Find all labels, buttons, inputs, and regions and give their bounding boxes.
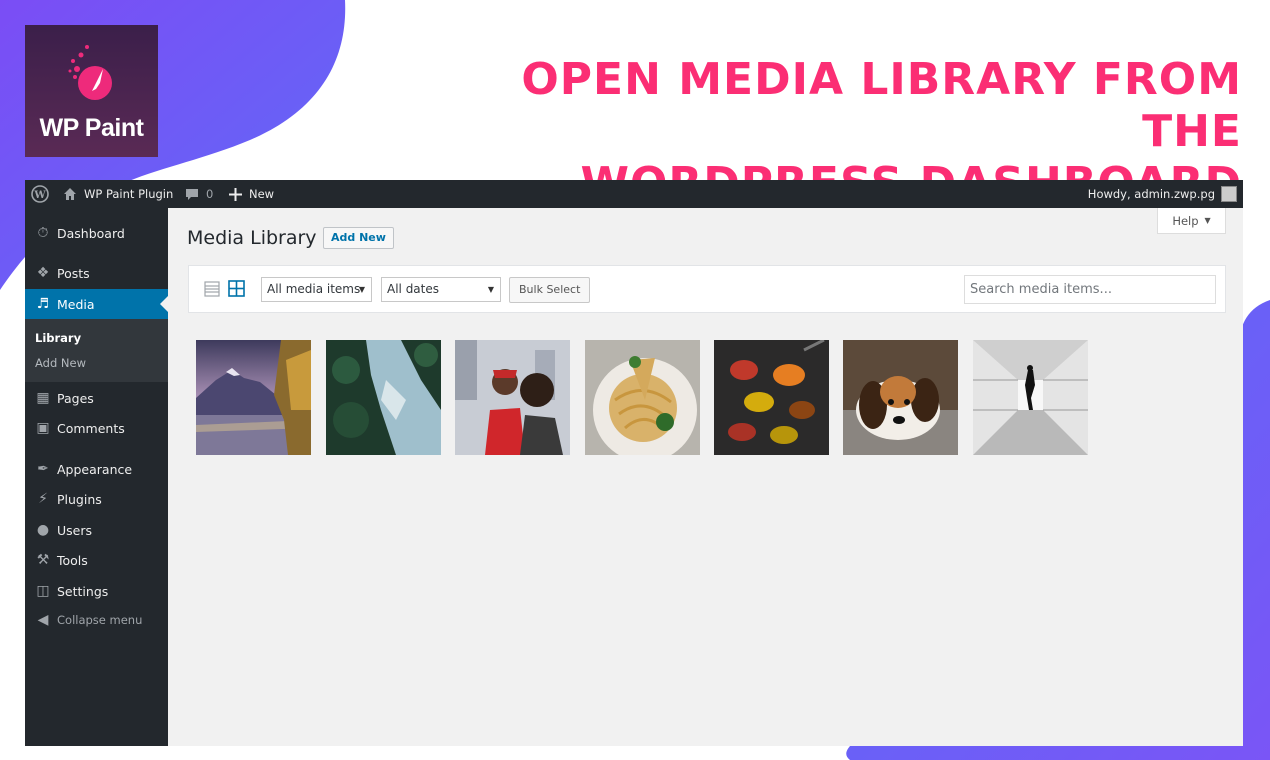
- date-filter-value: All dates: [387, 282, 440, 296]
- media-thumbnail-spices[interactable]: [714, 340, 829, 455]
- list-view-icon[interactable]: [204, 281, 220, 297]
- page-title: Media Library: [187, 227, 317, 249]
- plugin-icon: ⚡: [38, 491, 48, 507]
- sidebar-item-plugins[interactable]: ⚡ Plugins: [25, 484, 168, 514]
- sidebar-item-label: Settings: [57, 583, 109, 599]
- sidebar-item-label: Plugins: [57, 491, 102, 507]
- sidebar-item-tools[interactable]: ⚒ Tools: [25, 545, 168, 575]
- account-menu[interactable]: Howdy, admin.zwp.pg: [1088, 180, 1237, 208]
- media-thumbnail-spaghetti[interactable]: [585, 340, 700, 455]
- sidebar-item-comments[interactable]: ▣ Comments: [25, 413, 168, 443]
- howdy-text: Howdy, admin.zwp.pg: [1087, 187, 1215, 201]
- sidebar-item-media[interactable]: ♬ Media: [25, 289, 168, 319]
- sidebar-item-label: Comments: [57, 420, 125, 436]
- dropdown-caret-icon: ▼: [358, 285, 365, 294]
- pages-icon: ▦: [36, 390, 50, 406]
- grid-view-icon[interactable]: [228, 280, 245, 297]
- wp-paint-logo: WP Paint: [25, 25, 158, 157]
- media-submenu: Library Add New: [25, 319, 168, 382]
- submenu-item-library[interactable]: Library: [35, 331, 81, 345]
- sidebar-item-settings[interactable]: ◫ Settings: [25, 576, 168, 606]
- dashboard-icon: ⏱: [37, 225, 49, 241]
- search-input[interactable]: Search media items...: [964, 275, 1216, 304]
- media-type-value: All media items: [267, 282, 361, 296]
- sidebar-item-label: Dashboard: [57, 225, 125, 241]
- sidebar-item-label: Users: [57, 522, 93, 538]
- sidebar-item-pages[interactable]: ▦ Pages: [25, 383, 168, 413]
- admin-sidebar: ⏱ Dashboard ❖ Posts ♬ Media Library Add …: [25, 208, 168, 746]
- media-thumbnail-mountain-lake[interactable]: [196, 340, 311, 455]
- comments-link[interactable]: 0: [185, 180, 213, 208]
- collapse-menu-button[interactable]: ◀ Collapse menu: [25, 605, 168, 635]
- add-new-button[interactable]: Add New: [323, 227, 394, 249]
- sidebar-item-posts[interactable]: ❖ Posts: [25, 258, 168, 288]
- media-thumbnail-aerial-river[interactable]: [326, 340, 441, 455]
- bulk-select-button[interactable]: Bulk Select: [509, 277, 591, 303]
- pin-icon: ❖: [36, 265, 50, 281]
- sidebar-item-label: Media: [57, 296, 95, 312]
- media-icon: ♬: [36, 296, 50, 312]
- sidebar-item-label: Pages: [57, 390, 94, 406]
- wrench-icon: ⚒: [36, 552, 50, 568]
- site-name: WP Paint Plugin: [84, 187, 174, 201]
- collapse-label: Collapse menu: [57, 613, 143, 627]
- sidebar-item-label: Appearance: [57, 461, 133, 477]
- site-name-link[interactable]: WP Paint Plugin: [63, 180, 173, 208]
- svg-text:W: W: [33, 190, 46, 201]
- sidebar-item-users[interactable]: ● Users: [25, 515, 168, 545]
- active-menu-arrow: [160, 296, 168, 312]
- sidebar-item-label: Tools: [57, 552, 88, 568]
- wordpress-logo-button[interactable]: W: [31, 180, 56, 208]
- user-icon: ●: [36, 522, 50, 538]
- wordpress-icon: W: [31, 185, 49, 203]
- plus-icon: [229, 187, 242, 201]
- media-library-content: Help ▼ Media Library Add New All media i…: [168, 208, 1243, 746]
- media-thumbnail-two-women[interactable]: [455, 340, 570, 455]
- dropdown-caret-icon: ▼: [487, 285, 494, 294]
- comment-bubble-icon: [186, 189, 198, 200]
- help-button[interactable]: Help ▼: [1157, 208, 1226, 234]
- sidebar-item-label: Posts: [57, 265, 90, 281]
- logo-text: WP Paint: [39, 114, 144, 142]
- date-filter[interactable]: All dates ▼: [381, 277, 501, 302]
- collapse-arrow-icon: ◀: [37, 612, 49, 628]
- comment-icon: ▣: [36, 420, 50, 436]
- paint-brush-logo-icon: [68, 45, 112, 100]
- media-thumbnail-silhouette[interactable]: [973, 340, 1088, 455]
- chevron-down-icon: ▼: [1204, 216, 1211, 225]
- wordpress-admin: W WP Paint Plugin 0 New Howdy, admin.zwp…: [25, 180, 1243, 746]
- new-label: New: [249, 187, 275, 201]
- media-thumbnail-beagle-puppy[interactable]: [843, 340, 958, 455]
- comments-count: 0: [206, 187, 214, 201]
- new-content-link[interactable]: New: [229, 180, 274, 208]
- admin-bar: W WP Paint Plugin 0 New Howdy, admin.zwp…: [25, 180, 1243, 208]
- media-type-filter[interactable]: All media items ▼: [261, 277, 372, 302]
- brush-icon: ✒: [37, 461, 49, 477]
- headline-line-1: OPEN MEDIA LIBRARY FROM THE: [521, 54, 1242, 157]
- sidebar-item-dashboard[interactable]: ⏱ Dashboard: [25, 218, 168, 248]
- help-label: Help: [1172, 213, 1199, 228]
- avatar: [1221, 186, 1237, 202]
- submenu-item-add-new[interactable]: Add New: [35, 356, 86, 370]
- sidebar-item-appearance[interactable]: ✒ Appearance: [25, 454, 168, 484]
- home-icon: [64, 188, 76, 200]
- settings-icon: ◫: [36, 583, 50, 599]
- media-toolbar: All media items ▼ All dates ▼ Bulk Selec…: [188, 265, 1226, 313]
